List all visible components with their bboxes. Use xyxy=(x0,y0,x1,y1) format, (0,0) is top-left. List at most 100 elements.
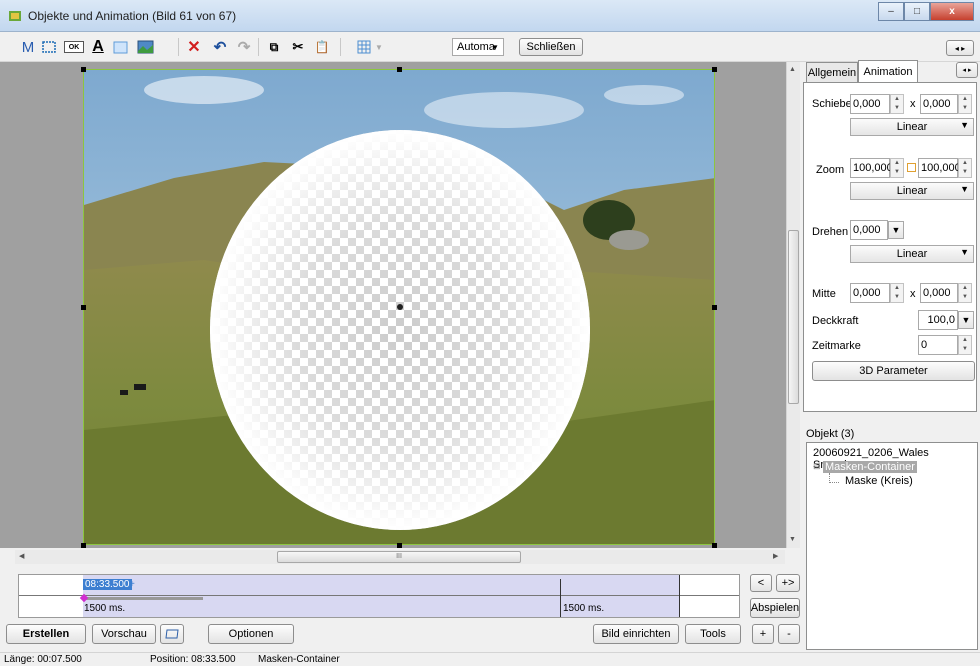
scroll-left-icon[interactable]: ◀ xyxy=(19,552,24,560)
options-button[interactable]: Optionen xyxy=(208,624,294,644)
grid-icon[interactable] xyxy=(356,38,372,56)
drehen-dropdown[interactable]: ▼ xyxy=(888,221,904,239)
timeline-plus-icon[interactable]: + xyxy=(129,579,135,590)
tab-animation[interactable]: Animation xyxy=(858,60,918,82)
spin-arrows-icon[interactable]: ▲ ▼ xyxy=(890,158,904,178)
mask-tool-icon[interactable]: M xyxy=(20,38,36,56)
zoom-curve-value: Linear xyxy=(896,185,928,197)
3d-parameter-button[interactable]: 3D Parameter xyxy=(812,361,975,381)
timeline[interactable]: 08:33.500 + 1500 ms. 1500 ms. xyxy=(18,574,740,618)
deckkraft-input[interactable]: 100,0 xyxy=(918,310,958,330)
drehen-input[interactable]: 0,000 xyxy=(850,220,888,240)
mitte-y-input[interactable]: 0,000 xyxy=(920,283,958,303)
resize-handle[interactable] xyxy=(712,543,717,548)
toolbar-scroll-arrows[interactable]: ◂ ▸ xyxy=(946,40,974,56)
grid-dropdown-icon[interactable]: ▼ xyxy=(374,38,384,56)
photo-canvas[interactable] xyxy=(83,69,715,545)
scroll-down-icon[interactable]: ▼ xyxy=(789,536,796,543)
object-tree: 20060921_0206_Wales Snowdon ⊟ Masken-Con… xyxy=(806,442,978,650)
status-length: Länge: 00:07.500 xyxy=(4,654,82,665)
mode-select[interactable]: Automa ▼ xyxy=(452,38,504,56)
resize-handle[interactable] xyxy=(81,543,86,548)
schieber-x-separator: x xyxy=(910,98,916,110)
frame-tool-icon[interactable] xyxy=(40,38,58,56)
minimize-button[interactable]: – xyxy=(878,2,904,21)
create-button[interactable]: Erstellen xyxy=(6,624,86,644)
close-window-button[interactable]: x xyxy=(930,2,974,21)
duration-right: 1500 ms. xyxy=(563,603,605,614)
frame-view-button[interactable] xyxy=(160,624,184,644)
spin-arrows-icon[interactable]: ▲ ▼ xyxy=(890,283,904,303)
schieber-curve-select[interactable]: Linear ▼ xyxy=(850,118,974,136)
play-button[interactable]: Abspielen xyxy=(750,598,800,618)
resize-handle[interactable] xyxy=(712,67,717,72)
tools-button[interactable]: Tools xyxy=(685,624,741,644)
zeitmarke-input[interactable]: 0 xyxy=(918,335,958,355)
setup-image-button[interactable]: Bild einrichten xyxy=(593,624,679,644)
mode-select-value: Automa xyxy=(457,41,495,53)
preview-button[interactable]: Vorschau xyxy=(92,624,156,644)
chevron-down-icon: ▼ xyxy=(960,247,969,257)
tree-connector xyxy=(829,473,839,483)
spin-arrows-icon[interactable]: ▲ ▼ xyxy=(890,94,904,114)
chevron-down-icon: ▼ xyxy=(891,225,901,235)
scroll-up-icon[interactable]: ▲ xyxy=(789,66,796,73)
drehen-curve-select[interactable]: Linear ▼ xyxy=(850,245,974,263)
resize-handle[interactable] xyxy=(397,67,402,72)
zoom-curve-select[interactable]: Linear ▼ xyxy=(850,182,974,200)
zoom-in-button[interactable]: + xyxy=(752,624,774,644)
schieber-x-input[interactable]: 0,000 xyxy=(850,94,890,114)
paste-icon[interactable]: 📋 xyxy=(314,38,330,56)
undo-icon[interactable]: ↶ xyxy=(212,38,228,56)
image-tool-icon[interactable] xyxy=(136,38,154,56)
horizontal-scroll-thumb[interactable]: III xyxy=(277,551,521,563)
zoom-out-button[interactable]: - xyxy=(778,624,800,644)
resize-handle[interactable] xyxy=(397,543,402,548)
spin-arrows-icon[interactable]: ▲ ▼ xyxy=(958,94,972,114)
resize-handle[interactable] xyxy=(712,305,717,310)
vertical-scrollbar[interactable]: ▲ ▼ xyxy=(786,62,800,548)
schieber-curve-value: Linear xyxy=(896,121,928,133)
close-button[interactable]: Schließen xyxy=(519,38,583,56)
spin-arrows-icon[interactable]: ▲ ▼ xyxy=(958,283,972,303)
window-controls: – □ x xyxy=(878,2,974,22)
timeline-end-line xyxy=(679,575,680,617)
schieber-y-input[interactable]: 0,000 xyxy=(920,94,958,114)
text-tool-icon[interactable]: A xyxy=(90,38,106,56)
tab-allgemein[interactable]: Allgemein xyxy=(806,62,858,82)
deckkraft-label: Deckkraft xyxy=(812,315,859,327)
chevron-down-icon: ▼ xyxy=(960,184,969,194)
chevron-down-icon: ▼ xyxy=(491,43,499,52)
previous-keyframe-button[interactable]: < xyxy=(750,574,772,592)
rectangle-tool-icon[interactable] xyxy=(112,38,128,56)
delete-icon[interactable]: ✕ xyxy=(186,38,202,56)
monitor-icon xyxy=(165,629,179,639)
cut-icon[interactable]: ✂ xyxy=(290,38,306,56)
status-object: Masken-Container xyxy=(258,654,340,665)
tree-item-mask[interactable]: Maske (Kreis) xyxy=(845,475,913,487)
next-keyframe-button[interactable]: +> xyxy=(776,574,800,592)
scroll-right-icon[interactable]: ▶ xyxy=(773,552,778,560)
resize-handle[interactable] xyxy=(81,305,86,310)
copy-icon[interactable]: ⧉ xyxy=(266,38,282,56)
spin-arrows-icon[interactable]: ▲ ▼ xyxy=(958,335,972,355)
maximize-button[interactable]: □ xyxy=(904,2,930,21)
button-tool-icon[interactable]: OK xyxy=(64,41,84,53)
tree-item-mask-container[interactable]: Masken-Container xyxy=(823,461,917,473)
zoom-y-input[interactable]: 100,000 xyxy=(918,158,961,178)
horizontal-scrollbar[interactable]: ◀ III ▶ xyxy=(15,550,785,564)
deckkraft-dropdown[interactable]: ▼ xyxy=(958,311,974,329)
timeline-time-marker[interactable]: 08:33.500 xyxy=(83,579,132,590)
spin-arrows-icon[interactable]: ▲ ▼ xyxy=(958,158,972,178)
tree-collapse-icon[interactable]: ⊟ xyxy=(813,461,821,472)
redo-icon[interactable]: ↷ xyxy=(236,38,252,56)
zoom-x-input[interactable]: 100,000 xyxy=(850,158,893,178)
timeline-keyframe-line[interactable] xyxy=(560,579,561,617)
chevron-down-icon: ▼ xyxy=(961,315,971,325)
window-title: Objekte und Animation (Bild 61 von 67) xyxy=(28,9,237,23)
resize-handle[interactable] xyxy=(81,67,86,72)
mitte-x-input[interactable]: 0,000 xyxy=(850,283,890,303)
vertical-scroll-thumb[interactable] xyxy=(788,230,799,404)
tab-scroll-arrows[interactable]: ◂ ▸ xyxy=(956,62,978,78)
zoom-link-checkbox[interactable] xyxy=(907,163,916,172)
